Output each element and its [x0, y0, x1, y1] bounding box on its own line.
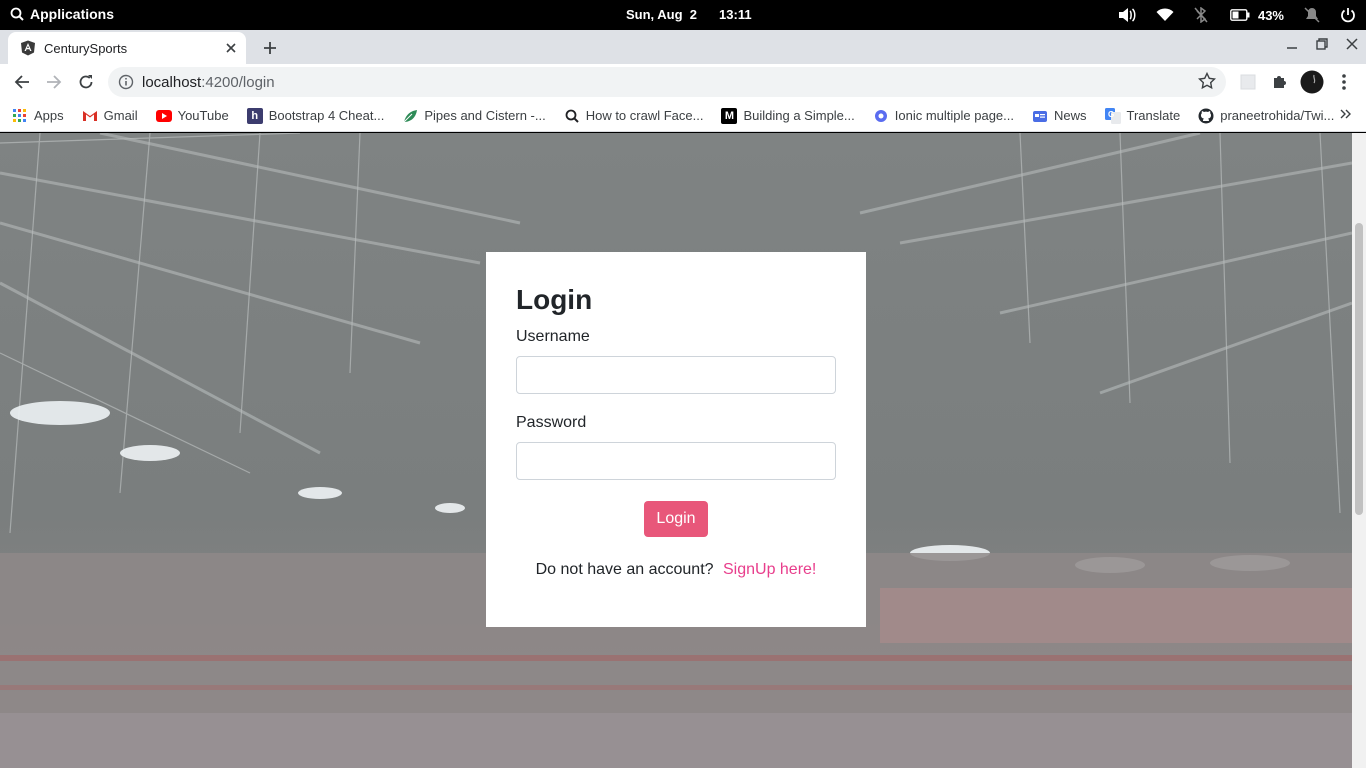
bookmark-pipes-cistern[interactable]: Pipes and Cistern -...: [402, 108, 546, 124]
bookmark-label: Building a Simple...: [743, 108, 855, 123]
volume-icon[interactable]: [1118, 5, 1136, 25]
hackerrank-icon: h: [246, 107, 263, 124]
system-top-bar: Applications Sun, Aug 2 13:11 43%: [0, 0, 1366, 30]
window-controls: [1286, 38, 1358, 50]
ionic-icon: [873, 108, 889, 124]
angular-icon: [21, 40, 35, 56]
extension-box-icon: [1240, 74, 1256, 90]
url-host: localhost: [142, 73, 202, 91]
bookmark-news[interactable]: News: [1032, 108, 1087, 124]
extensions-button[interactable]: [1268, 70, 1292, 94]
bookmark-crawl-facebook[interactable]: How to crawl Face...: [564, 108, 704, 124]
login-page: Login Username Password Login Do not hav…: [0, 133, 1352, 768]
svg-text:G: G: [1108, 110, 1114, 119]
bookmark-bootstrap-cheat[interactable]: h Bootstrap 4 Cheat...: [246, 107, 385, 124]
login-card: Login Username Password Login Do not hav…: [486, 252, 866, 627]
page-scrollbar[interactable]: [1352, 133, 1366, 768]
minimize-icon[interactable]: [1286, 38, 1298, 50]
wifi-icon[interactable]: [1156, 5, 1174, 25]
profile-button[interactable]: [1300, 70, 1324, 94]
bookmark-gmail[interactable]: Gmail: [82, 108, 138, 124]
bookmark-label: Ionic multiple page...: [894, 108, 1014, 123]
browser-toolbar: localhost:4200/login: [0, 64, 1366, 100]
bookmark-github[interactable]: praneetrohida/Twi...: [1198, 108, 1334, 124]
reload-icon: [79, 75, 93, 89]
bookmark-ionic-pages[interactable]: Ionic multiple page...: [873, 108, 1014, 124]
url-path: :4200/login: [201, 73, 275, 91]
bookmark-label: YouTube: [177, 108, 229, 123]
medium-icon: M: [721, 107, 738, 124]
translate-icon: G: [1104, 107, 1121, 124]
arrow-left-icon: [14, 75, 29, 89]
clock[interactable]: Sun, Aug 2 13:11: [626, 7, 752, 22]
youtube-icon: [155, 108, 172, 124]
power-icon[interactable]: [1340, 5, 1356, 25]
bookmark-label: praneetrohida/Twi...: [1220, 108, 1335, 123]
address-bar[interactable]: localhost:4200/login: [108, 67, 1226, 97]
date-label: Sun, Aug 2: [626, 7, 698, 22]
github-icon: [1198, 108, 1214, 124]
bookmark-label: Translate: [1126, 108, 1181, 123]
apps-grid-icon: [12, 108, 28, 124]
leaf-icon: [402, 108, 418, 124]
arrow-right-icon: [47, 75, 62, 89]
gmail-icon: [82, 108, 98, 124]
search-icon: [564, 108, 580, 124]
reload-button[interactable]: [74, 70, 98, 94]
tab-title: CenturySports: [44, 40, 128, 56]
bookmark-building-simple[interactable]: M Building a Simple...: [721, 107, 855, 124]
tab-centurysports[interactable]: CenturySports: [8, 32, 246, 64]
news-icon: [1032, 108, 1048, 124]
info-icon: [118, 74, 134, 90]
puzzle-icon: [1274, 76, 1286, 88]
chevron-double-right-icon[interactable]: [1340, 108, 1352, 120]
close-icon[interactable]: [226, 43, 236, 53]
back-button[interactable]: [10, 70, 34, 94]
password-input[interactable]: [516, 442, 836, 480]
username-input[interactable]: [516, 356, 836, 394]
bookmark-label: Pipes and Cistern -...: [424, 108, 546, 123]
username-label: Username: [516, 328, 590, 345]
menu-button[interactable]: [1332, 70, 1356, 94]
signup-prompt-text: Do not have an account?: [535, 561, 714, 578]
signup-link[interactable]: SignUp here!: [723, 561, 816, 578]
bookmark-translate[interactable]: G Translate: [1104, 107, 1181, 124]
new-tab-button[interactable]: [258, 36, 282, 60]
tab-strip: CenturySports: [0, 30, 1366, 64]
login-heading: Login: [516, 284, 593, 315]
bookmark-apps[interactable]: Apps: [12, 108, 64, 124]
notifications-off-icon[interactable]: [1304, 5, 1320, 25]
applications-menu[interactable]: Applications: [10, 6, 114, 22]
search-icon: [10, 7, 24, 21]
close-window-icon[interactable]: [1346, 38, 1358, 50]
bookmark-label: Apps: [34, 108, 64, 123]
extension-placeholder-button[interactable]: [1236, 70, 1260, 94]
bookmarks-bar: Apps Gmail YouTube h Bootstrap 4 Cheat..…: [0, 100, 1366, 132]
password-label: Password: [516, 414, 587, 431]
bookmark-label: Gmail: [103, 108, 138, 123]
applications-label: Applications: [30, 6, 115, 22]
scrollbar-thumb[interactable]: [1355, 223, 1363, 515]
forward-button[interactable]: [42, 70, 66, 94]
bookmark-label: Bootstrap 4 Cheat...: [268, 108, 385, 123]
plus-icon: [264, 42, 276, 54]
login-button-row: Login: [516, 501, 836, 537]
time-label: 13:11: [719, 7, 752, 22]
login-button[interactable]: Login: [644, 501, 708, 537]
bookmark-youtube[interactable]: YouTube: [155, 108, 229, 124]
battery-icon[interactable]: [1230, 5, 1250, 25]
signup-prompt: Do not have an account? SignUp here!: [516, 561, 836, 579]
system-tray[interactable]: 43%: [1098, 5, 1356, 25]
bluetooth-off-icon[interactable]: [1194, 5, 1208, 25]
more-vert-icon: [1342, 74, 1346, 90]
avatar: [1300, 70, 1324, 94]
bookmark-label: News: [1053, 108, 1087, 123]
restore-icon[interactable]: [1316, 38, 1328, 50]
battery-percent: 43%: [1257, 7, 1284, 23]
bookmark-star-icon[interactable]: [1198, 72, 1216, 90]
bookmark-label: How to crawl Face...: [585, 108, 704, 123]
